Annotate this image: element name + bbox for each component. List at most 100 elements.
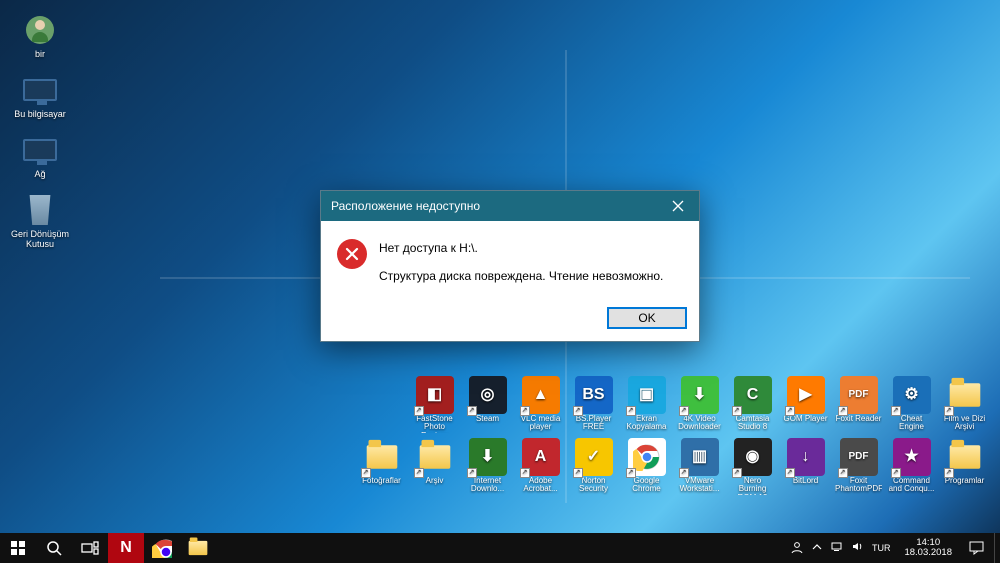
desktop-icon-label: GOM Player: [782, 415, 829, 433]
system-tray[interactable]: TUR: [782, 540, 899, 557]
desktop-icon-ekran[interactable]: ▣↗Ekran Kopyalama: [623, 376, 670, 433]
desktop-icon-vmware[interactable]: ▥↗VMware Workstati...: [676, 438, 723, 495]
shortcut-arrow-icon: ↗: [732, 468, 742, 478]
shortcut-arrow-icon: ↗: [891, 406, 901, 416]
shortcut-arrow-icon: ↗: [414, 468, 424, 478]
bsplayer-icon: BS↗: [575, 376, 613, 414]
shortcut-arrow-icon: ↗: [520, 406, 530, 416]
desktop-icon-cheatengine[interactable]: ⚙↗Cheat Engine: [888, 376, 935, 433]
desktop-icon-bitlord[interactable]: ↓↗BitLord: [782, 438, 829, 495]
tray-network-icon[interactable]: [830, 540, 843, 556]
foxitphantom-icon: PDF↗: [840, 438, 878, 476]
error-dialog: Расположение недоступно Нет доступа к H:…: [320, 190, 700, 342]
desktop-icon-user-folder[interactable]: bir: [10, 12, 70, 60]
desktop-icon-label: Camtasia Studio 8: [729, 415, 776, 433]
faststone-icon: ◧↗: [416, 376, 454, 414]
shortcut-arrow-icon: ↗: [626, 468, 636, 478]
bitlord-icon: ↓↗: [787, 438, 825, 476]
dialog-close-button[interactable]: [657, 191, 699, 221]
shortcut-arrow-icon: ↗: [467, 468, 477, 478]
desktop-icon-label: Google Chrome: [623, 477, 670, 495]
desktop-icon-camtasia[interactable]: C↗Camtasia Studio 8: [729, 376, 776, 433]
desktop-icon-network[interactable]: Ağ: [10, 132, 70, 180]
desktop-icon-vlc[interactable]: ▲↗VLC media player: [517, 376, 564, 433]
show-desktop-button[interactable]: [994, 533, 1000, 563]
shortcut-arrow-icon: ↗: [573, 406, 583, 416]
user-folder-icon: [22, 12, 58, 48]
cheatengine-icon: ⚙↗: [893, 376, 931, 414]
acrobat-icon: A↗: [522, 438, 560, 476]
tray-people-icon[interactable]: [790, 540, 804, 557]
desktop-icon-filmdizi[interactable]: ↗Film ve Dizi Arşivi: [941, 376, 988, 433]
desktop-icon-label: Film ve Dizi Arşivi: [941, 415, 988, 433]
filmdizi-icon: ↗: [946, 376, 984, 414]
dialog-line2: Структура диска повреждена. Чтение невоз…: [379, 267, 663, 285]
desktop-icon-norton[interactable]: ✓↗Norton Security: [570, 438, 617, 495]
dialog-ok-button[interactable]: OK: [607, 307, 687, 329]
taskbar-start-button[interactable]: [0, 533, 36, 563]
programlar-icon: ↗: [946, 438, 984, 476]
desktop-icon-foxitphantom[interactable]: PDF↗Foxit PhantomPDF: [835, 438, 882, 495]
desktop-icon-programlar[interactable]: ↗Programlar: [941, 438, 988, 495]
gomplayer-icon: ▶↗: [787, 376, 825, 414]
foxitreader-icon: PDF↗: [840, 376, 878, 414]
taskbar-taskview-button[interactable]: [72, 533, 108, 563]
shortcut-arrow-icon: ↗: [838, 406, 848, 416]
tray-volume-icon[interactable]: [851, 540, 864, 556]
action-center-button[interactable]: [958, 533, 994, 563]
desktop-icon-chrome[interactable]: ↗Google Chrome: [623, 438, 670, 495]
shortcut-arrow-icon: ↗: [520, 468, 530, 478]
desktop-icon-fotograflar[interactable]: ↗Fotoğraflar: [358, 438, 405, 495]
tray-language[interactable]: TUR: [872, 543, 891, 553]
desktop-icon-4kvideo[interactable]: ⬇↗4K Video Downloader: [676, 376, 723, 433]
taskbar-netflix-button[interactable]: N: [108, 533, 144, 563]
desktop-icon-foxitreader[interactable]: PDF↗Foxit Reader: [835, 376, 882, 433]
desktop-icon-label: Ekran Kopyalama: [623, 415, 670, 433]
dialog-line1: Нет доступа к H:\.: [379, 239, 663, 257]
error-icon: [337, 239, 367, 269]
tray-chevron-up-icon[interactable]: [812, 542, 822, 555]
desktop-icon-arsiv[interactable]: ↗Arşiv: [411, 438, 458, 495]
taskbar-clock[interactable]: 14:10 18.03.2018: [898, 538, 958, 559]
desktop-icon-label: Foxit PhantomPDF: [835, 477, 882, 495]
taskbar-explorer-button[interactable]: [180, 533, 216, 563]
desktop-icon-label: Bu bilgisayar: [10, 110, 70, 120]
shortcut-arrow-icon: ↗: [679, 468, 689, 478]
desktop-icon-label: BS.Player FREE: [570, 415, 617, 433]
fotograflar-icon: ↗: [363, 438, 401, 476]
desktop-icon-label: Adobe Acrobat...: [517, 477, 564, 495]
desktop-icon-label: Cheat Engine: [888, 415, 935, 433]
desktop-icon-idm[interactable]: ⬇↗Internet Downlo...: [464, 438, 511, 495]
taskbar: N TUR 14:10 18.03.2018: [0, 533, 1000, 563]
desktop-icon-label: Fotoğraflar: [358, 477, 405, 495]
vlc-icon: ▲↗: [522, 376, 560, 414]
desktop-icon-acrobat[interactable]: A↗Adobe Acrobat...: [517, 438, 564, 495]
taskbar-chrome-tb-button[interactable]: [144, 533, 180, 563]
norton-icon: ✓↗: [575, 438, 613, 476]
desktop-icon-this-pc[interactable]: Bu bilgisayar: [10, 72, 70, 120]
desktop-icon-recycle-bin[interactable]: Geri Dönüşüm Kutusu: [10, 192, 70, 250]
desktop-icon-bsplayer[interactable]: BS↗BS.Player FREE: [570, 376, 617, 433]
desktop-icon-faststone[interactable]: ◧↗FastStone Photo Resizer: [411, 376, 458, 433]
desktop-icon-gomplayer[interactable]: ▶↗GOM Player: [782, 376, 829, 433]
desktop-icon-label: VLC media player: [517, 415, 564, 433]
desktop-icon-label: Norton Security: [570, 477, 617, 495]
desktop-icon-label: Steam: [464, 415, 511, 433]
dialog-title-text: Расположение недоступно: [331, 199, 480, 213]
shortcut-arrow-icon: ↗: [626, 406, 636, 416]
shortcut-arrow-icon: ↗: [944, 406, 954, 416]
this-pc-icon: [22, 72, 58, 108]
taskbar-search-button[interactable]: [36, 533, 72, 563]
desktop-icon-label: bir: [10, 50, 70, 60]
desktop-icon-label: BitLord: [782, 477, 829, 495]
network-icon: [22, 132, 58, 168]
recycle-bin-icon: [22, 192, 58, 228]
dialog-titlebar[interactable]: Расположение недоступно: [321, 191, 699, 221]
desktop-icon-steam[interactable]: ◎↗Steam: [464, 376, 511, 433]
desktop-icon-cmdconq[interactable]: ★↗Command and Conqu...: [888, 438, 935, 495]
desktop-icon-label: Foxit Reader: [835, 415, 882, 433]
clock-date: 18.03.2018: [904, 548, 952, 558]
desktop-icon-nero[interactable]: ◉↗Nero Burning ROM 12: [729, 438, 776, 495]
idm-icon: ⬇↗: [469, 438, 507, 476]
desktop-icon-label: Arşiv: [411, 477, 458, 495]
